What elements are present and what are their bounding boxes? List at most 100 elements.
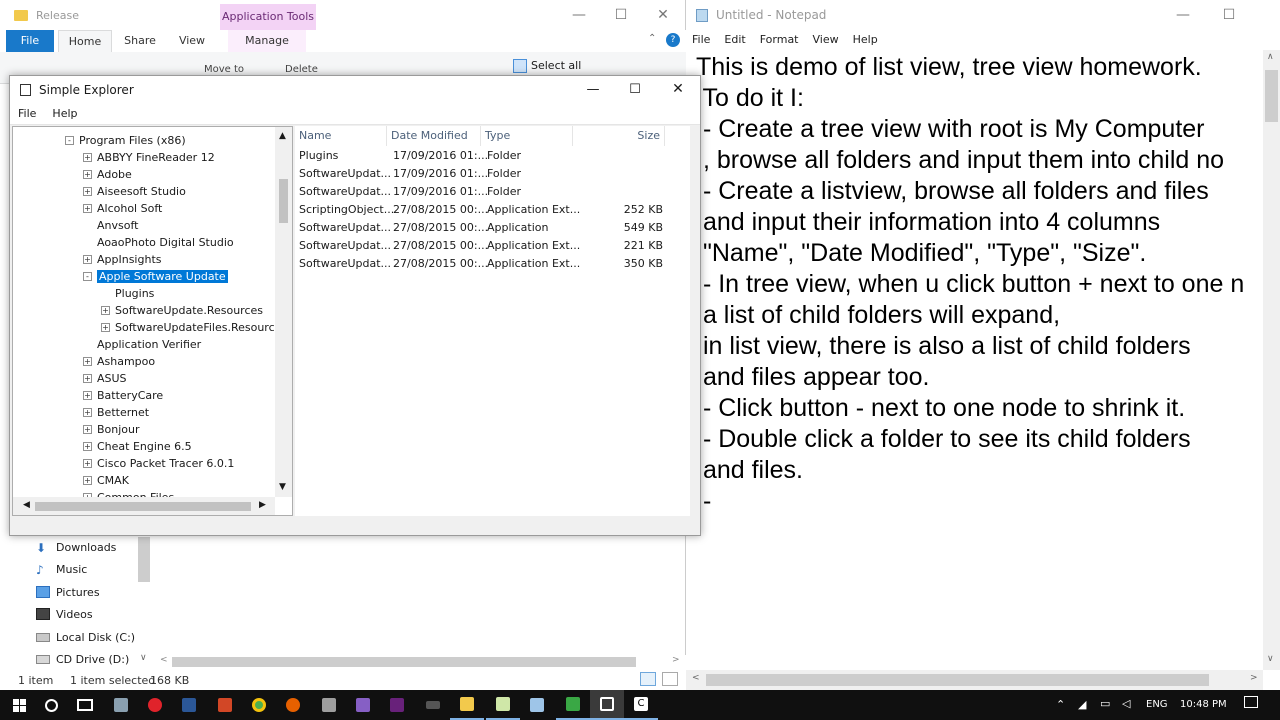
expand-icon[interactable]: + [83, 425, 92, 434]
tree-node[interactable]: + Betternet [83, 404, 149, 421]
column-header-name[interactable]: Name [295, 126, 387, 146]
tree-h-scrollbar[interactable]: ◀ ▶ [13, 497, 275, 515]
expand-icon[interactable]: + [83, 374, 92, 383]
taskbar-app-firefox[interactable] [276, 690, 310, 720]
expand-icon[interactable]: + [83, 442, 92, 451]
list-item[interactable]: SoftwareUpdat... 27/08/2015 00:... Applica… [295, 219, 690, 237]
ribbon-collapse-icon[interactable]: ⌃ [648, 33, 656, 44]
scroll-right-icon[interactable]: ▶ [259, 500, 266, 510]
expand-icon[interactable]: + [83, 153, 92, 162]
scroll-right-icon[interactable]: > [672, 655, 680, 665]
list-view[interactable]: Name Date Modified Type Size Plugins 17/0… [295, 126, 690, 516]
expand-icon[interactable]: + [101, 323, 110, 332]
list-item[interactable]: SoftwareUpdat... 27/08/2015 00:... Applica… [295, 255, 690, 273]
taskbar-app-visualstudio[interactable] [346, 690, 380, 720]
notepad-text-area[interactable]: This is demo of list view, tree view hom… [696, 52, 1266, 670]
tree-node[interactable]: Plugins [115, 285, 154, 302]
tree-node[interactable]: + AppInsights [83, 251, 162, 268]
list-item[interactable]: SoftwareUpdat... 27/08/2015 00:... Applica… [295, 237, 690, 255]
notepad-maximize-button[interactable]: ☐ [1206, 0, 1252, 30]
language-indicator[interactable]: ENG [1146, 699, 1168, 710]
scroll-down-icon[interactable]: ∨ [140, 653, 147, 663]
taskbar-app-explorer[interactable] [450, 690, 484, 720]
tree-node[interactable]: + BatteryCare [83, 387, 163, 404]
tree-node[interactable]: + Bonjour [83, 421, 140, 438]
column-header-date-modified[interactable]: Date Modified [387, 126, 481, 146]
tree-v-scrollbar[interactable]: ▲ ▼ [275, 127, 292, 497]
scroll-left-icon[interactable]: < [692, 673, 700, 683]
notepad-minimize-button[interactable]: — [1160, 0, 1206, 30]
taskbar-app-notepad[interactable] [486, 690, 520, 720]
scroll-down-icon[interactable]: ∨ [1267, 654, 1274, 664]
tree-node[interactable]: + Ashampoo [83, 353, 155, 370]
tab-share[interactable]: Share [116, 30, 164, 52]
action-center-icon[interactable] [1244, 696, 1258, 708]
tree-node[interactable]: + Adobe [83, 166, 132, 183]
taskbar-app-simple-explorer[interactable] [590, 690, 624, 720]
expand-icon[interactable]: + [83, 187, 92, 196]
tree-node[interactable]: Anvsoft [97, 217, 138, 234]
tree-node[interactable]: + CMAK [83, 472, 129, 489]
tree-node[interactable]: + Cisco Packet Tracer 6.0.1 [83, 455, 234, 472]
move-to-button[interactable]: Move to [204, 64, 244, 75]
tree-node[interactable]: - Apple Software Update [83, 268, 229, 285]
notepad-v-thumb[interactable] [1265, 70, 1278, 122]
tray-chevron-icon[interactable]: ⌃ [1056, 698, 1065, 711]
nav-item-cd-drive[interactable]: CD Drive (D:) [36, 649, 129, 669]
expand-icon[interactable]: + [83, 391, 92, 400]
tab-view[interactable]: View [168, 30, 216, 52]
taskbar-app-c[interactable]: C [624, 690, 658, 720]
nav-scrollbar-thumb[interactable] [138, 537, 150, 582]
tree-node[interactable]: AoaoPhoto Digital Studio [97, 234, 234, 251]
menu-help[interactable]: Help [52, 107, 77, 120]
taskbar-app-1[interactable] [104, 690, 138, 720]
menu-edit[interactable]: Edit [724, 33, 745, 46]
details-view-icon[interactable] [640, 672, 656, 686]
nav-item-pictures[interactable]: Pictures [36, 582, 100, 602]
expand-icon[interactable]: + [83, 255, 92, 264]
minimize-button[interactable]: — [556, 0, 602, 30]
tree-node[interactable]: + ABBYY FineReader 12 [83, 149, 215, 166]
menu-format[interactable]: Format [760, 33, 799, 46]
tab-home[interactable]: Home [58, 30, 112, 52]
tab-manage[interactable]: Manage [228, 30, 306, 52]
select-all-button[interactable]: Select all [531, 59, 581, 72]
column-header-type[interactable]: Type [481, 126, 573, 146]
taskbar-app-word[interactable] [172, 690, 206, 720]
tree-node[interactable]: + Alcohol Soft [83, 200, 162, 217]
collapse-icon[interactable]: - [83, 272, 92, 281]
network-icon[interactable]: ◢ [1078, 698, 1086, 711]
h-scrollbar-thumb[interactable] [172, 657, 636, 667]
expand-icon[interactable]: + [83, 476, 92, 485]
menu-file[interactable]: File [18, 107, 36, 120]
taskbar-app-chrome[interactable] [242, 690, 276, 720]
tree-node[interactable]: Application Verifier [97, 336, 201, 353]
tree-node[interactable]: - Program Files (x86) [65, 132, 186, 149]
notepad-h-scrollbar[interactable]: < > [686, 670, 1263, 690]
dialog-minimize-button[interactable]: — [570, 76, 616, 103]
tree-node[interactable]: + SoftwareUpdateFiles.Resources [101, 319, 287, 336]
h-scrollbar[interactable]: < > [150, 655, 686, 670]
help-icon[interactable]: ? [666, 33, 680, 47]
tree-view[interactable]: - Program Files (x86) + ABBYY FineReader 12… [12, 126, 293, 516]
tree-h-thumb[interactable] [35, 502, 251, 511]
task-view-button[interactable] [68, 690, 102, 720]
tree-node[interactable]: + SoftwareUpdate.Resources [101, 302, 263, 319]
tree-node[interactable]: + Cheat Engine 6.5 [83, 438, 192, 455]
dialog-maximize-button[interactable]: ☐ [612, 76, 658, 103]
collapse-icon[interactable]: - [65, 136, 74, 145]
menu-file[interactable]: File [692, 33, 710, 46]
tree-v-thumb[interactable] [279, 179, 288, 223]
clock[interactable]: 10:48 PM [1180, 699, 1227, 710]
scroll-up-icon[interactable]: ▲ [279, 131, 286, 141]
expand-icon[interactable]: + [101, 306, 110, 315]
scroll-down-icon[interactable]: ▼ [279, 482, 286, 492]
tab-file[interactable]: File [6, 30, 54, 52]
list-item[interactable]: Plugins 17/09/2016 01:... Folder [295, 147, 690, 165]
start-button[interactable] [2, 690, 36, 720]
list-item[interactable]: SoftwareUpdat... 17/09/2016 01:... Folder [295, 165, 690, 183]
taskbar-app-opera[interactable] [138, 690, 172, 720]
nav-item-videos[interactable]: Videos [36, 604, 93, 624]
taskbar-app-keyboard[interactable] [416, 690, 450, 720]
notepad-v-scrollbar[interactable]: ∧ ∨ [1263, 50, 1280, 670]
